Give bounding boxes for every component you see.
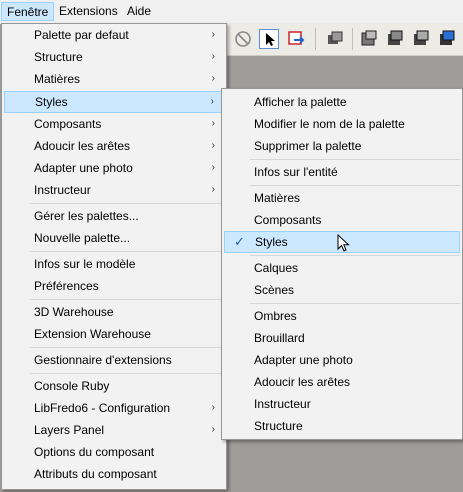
component-icon[interactable]	[325, 29, 345, 49]
submenu-item-infos-sur-l-entite[interactable]: Infos sur l'entité	[224, 161, 460, 183]
menu-separator	[30, 251, 224, 252]
menu-item-options-du-composant[interactable]: Options du composant	[4, 441, 224, 463]
menu-separator	[30, 373, 224, 374]
submenu-item-structure[interactable]: Structure	[224, 415, 460, 437]
box-icon[interactable]	[385, 29, 405, 49]
submenu-item-adoucir-les-aretes[interactable]: Adoucir les arêtes	[224, 371, 460, 393]
submenu-item-instructeur[interactable]: Instructeur	[224, 393, 460, 415]
menu-item-preferences[interactable]: Préférences	[4, 275, 224, 297]
submenu-item-scenes[interactable]: Scènes	[224, 279, 460, 301]
checkmark-icon: ✓	[234, 234, 245, 249]
menu-item-gerer-les-palettes[interactable]: Gérer les palettes...	[4, 205, 224, 227]
menu-item-adoucir-les-aretes[interactable]: Adoucir les arêtes ›	[4, 135, 224, 157]
toolbar	[225, 23, 463, 56]
menu-item-structure[interactable]: Structure ›	[4, 46, 224, 68]
chevron-right-icon: ›	[211, 118, 215, 129]
menu-separator	[250, 159, 460, 160]
menu-separator	[30, 347, 224, 348]
select-arrow-icon[interactable]	[259, 29, 279, 49]
menu-fenetre[interactable]: Fenêtre	[1, 2, 55, 21]
menu-item-matieres[interactable]: Matières ›	[4, 68, 224, 90]
toolbar-separator	[352, 28, 353, 50]
submenu-item-calques[interactable]: Calques	[224, 257, 460, 279]
menu-item-layers-panel[interactable]: Layers Panel ›	[4, 419, 224, 441]
submenu-item-matieres[interactable]: Matières	[224, 187, 460, 209]
menu-separator	[250, 255, 460, 256]
chevron-right-icon: ›	[210, 96, 214, 107]
menu-item-attributs-du-composant[interactable]: Attributs du composant	[4, 463, 224, 485]
submenu-item-brouillard[interactable]: Brouillard	[224, 327, 460, 349]
submenu-item-adapter-une-photo[interactable]: Adapter une photo	[224, 349, 460, 371]
menu-item-extension-warehouse[interactable]: Extension Warehouse	[4, 323, 224, 345]
submenu-item-supprimer-la-palette[interactable]: Supprimer la palette	[224, 135, 460, 157]
fenetre-menu: Palette par defaut › Structure › Matières ›…	[1, 23, 227, 490]
menu-item-styles[interactable]: Styles ›	[4, 91, 224, 113]
box-blue-icon[interactable]	[437, 29, 457, 49]
menu-item-composants[interactable]: Composants ›	[4, 113, 224, 135]
chevron-right-icon: ›	[211, 51, 215, 62]
submenu-item-modifier-le-nom[interactable]: Modifier le nom de la palette	[224, 113, 460, 135]
submenu-item-ombres[interactable]: Ombres	[224, 305, 460, 327]
submenu-item-styles[interactable]: ✓ Styles	[224, 231, 460, 253]
menu-item-palette-par-defaut[interactable]: Palette par defaut ›	[4, 24, 224, 46]
menu-item-3d-warehouse[interactable]: 3D Warehouse	[4, 301, 224, 323]
menu-extensions[interactable]: Extensions	[54, 2, 123, 21]
menu-separator	[250, 185, 460, 186]
menu-separator	[250, 303, 460, 304]
chevron-right-icon: ›	[211, 424, 215, 435]
box-icon[interactable]	[411, 29, 431, 49]
styles-submenu: Afficher la palette Modifier le nom de l…	[221, 88, 463, 440]
no-entry-icon[interactable]	[233, 29, 253, 49]
chevron-right-icon: ›	[211, 162, 215, 173]
menu-separator	[30, 203, 224, 204]
chevron-right-icon: ›	[211, 140, 215, 151]
group-icon[interactable]	[359, 29, 379, 49]
menu-separator	[30, 299, 224, 300]
menu-item-console-ruby[interactable]: Console Ruby	[4, 375, 224, 397]
menu-item-gestionnaire-d-extensions[interactable]: Gestionnaire d'extensions	[4, 349, 224, 371]
submenu-item-afficher-la-palette[interactable]: Afficher la palette	[224, 91, 460, 113]
chevron-right-icon: ›	[211, 184, 215, 195]
export-icon[interactable]	[286, 29, 306, 49]
chevron-right-icon: ›	[211, 73, 215, 84]
menu-item-adapter-une-photo[interactable]: Adapter une photo ›	[4, 157, 224, 179]
toolbar-separator	[315, 28, 316, 50]
menu-item-nouvelle-palette[interactable]: Nouvelle palette...	[4, 227, 224, 249]
chevron-right-icon: ›	[211, 402, 215, 413]
submenu-item-composants[interactable]: Composants	[224, 209, 460, 231]
menu-aide[interactable]: Aide	[122, 2, 156, 21]
menu-item-instructeur[interactable]: Instructeur ›	[4, 179, 224, 201]
chevron-right-icon: ›	[211, 29, 215, 40]
menu-item-infos-sur-le-modele[interactable]: Infos sur le modèle	[4, 253, 224, 275]
menu-item-libfredo6-configuration[interactable]: LibFredo6 - Configuration ›	[4, 397, 224, 419]
menu-bar: Fenêtre Extensions Aide	[0, 0, 463, 24]
